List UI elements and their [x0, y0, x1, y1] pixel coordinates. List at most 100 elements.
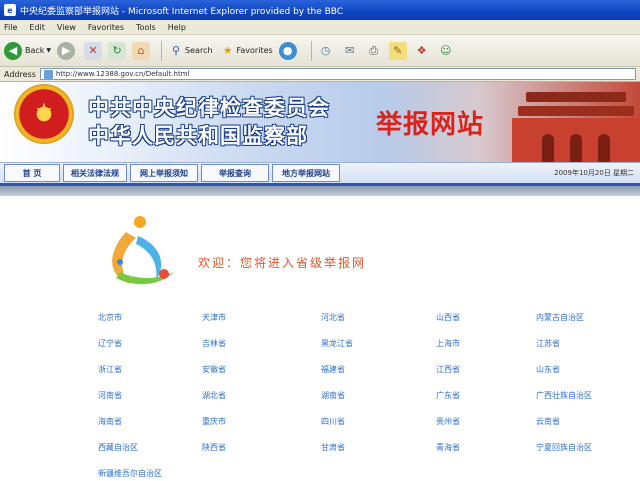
home-icon: ⌂ [132, 41, 151, 60]
region-link-zhejiang[interactable]: 浙江省 [98, 362, 202, 377]
search-button[interactable]: ⚲ Search [167, 39, 213, 63]
gate-door [598, 134, 610, 162]
menu-favorites[interactable]: Favorites [88, 23, 124, 32]
region-link-anhui[interactable]: 安徽省 [202, 362, 321, 377]
stop-button[interactable]: ✕ [84, 39, 103, 63]
edit-icon: ✎ [388, 41, 407, 60]
welcome-prompt: 欢迎：您将进入省级举报网 [198, 256, 367, 270]
nav-tab-home[interactable]: 首 页 [4, 164, 60, 182]
print-icon: ⎙ [369, 43, 379, 57]
current-date: 2009年10月20日 星期二 [554, 169, 634, 177]
forward-button[interactable]: ▶ [57, 39, 78, 63]
mail-icon: ✉ [345, 44, 355, 57]
menu-tools[interactable]: Tools [136, 23, 156, 32]
title-bar: e 中央纪委监察部举报网站 - Microsoft Internet Explo… [0, 0, 640, 20]
page-icon [43, 69, 53, 79]
region-link-henan[interactable]: 河南省 [98, 388, 202, 403]
region-link-guangxi[interactable]: 广西壮族自治区 [536, 388, 636, 403]
site-banner: 中共中央纪律检查委员会 中华人民共和国监察部 举报网站 [0, 82, 640, 162]
nav-shadow-strip [0, 186, 640, 196]
nav-tab-report-notice[interactable]: 网上举报须知 [130, 164, 198, 182]
search-icon: ⚲ [172, 44, 181, 57]
toolbar: ◀ Back ▼ ▶ ✕ ↻ ⌂ ⚲ Search ★ Favorites ● … [0, 35, 640, 67]
messenger-button[interactable]: ☺ [437, 39, 455, 63]
region-link-qinghai[interactable]: 青海省 [436, 440, 536, 455]
forward-arrow-icon: ▶ [57, 41, 76, 60]
region-link-gansu[interactable]: 甘肃省 [321, 440, 436, 455]
region-link-hainan[interactable]: 海南省 [98, 414, 202, 429]
region-link-shaanxi[interactable]: 陕西省 [202, 440, 321, 455]
region-link-inner-mongolia[interactable]: 内蒙古自治区 [536, 310, 636, 325]
menu-view[interactable]: View [57, 23, 76, 32]
menu-bar: File Edit View Favorites Tools Help [0, 20, 640, 35]
site-label: 举报网站 [376, 110, 485, 140]
favorites-button[interactable]: ★ Favorites [219, 39, 273, 63]
toolbar-separator [310, 40, 312, 61]
region-link-shanghai[interactable]: 上海市 [436, 336, 536, 351]
region-link-hunan[interactable]: 湖南省 [321, 388, 436, 403]
address-label: Address [4, 69, 36, 79]
region-link-liaoning[interactable]: 辽宁省 [98, 336, 202, 351]
region-link-guizhou[interactable]: 贵州省 [436, 414, 536, 429]
gate-roof-lower [518, 106, 634, 116]
discuss-button[interactable]: ❖ [413, 39, 431, 63]
region-link-jiangxi[interactable]: 江西省 [436, 362, 536, 377]
menu-file[interactable]: File [4, 23, 17, 32]
region-link-hubei[interactable]: 湖北省 [202, 388, 321, 403]
region-link-jiangsu[interactable]: 江苏省 [536, 336, 636, 351]
window-title: 中央纪委监察部举报网站 - Microsoft Internet Explore… [20, 6, 344, 17]
ie-icon: e [4, 4, 16, 16]
region-link-grid: 北京市 天津市 河北省 山西省 内蒙古自治区 辽宁省 吉林省 黑龙江省 上海市 … [98, 310, 618, 481]
chevron-down-icon: ▼ [46, 47, 52, 54]
address-input[interactable]: http://www.12388.gov.cn/Default.html [39, 68, 636, 80]
banner-title-line1: 中共中央纪律检查委员会 [88, 95, 330, 120]
banner-title-line2: 中华人民共和国监察部 [88, 123, 308, 148]
region-link-fujian[interactable]: 福建省 [321, 362, 436, 377]
region-link-jilin[interactable]: 吉林省 [202, 336, 321, 351]
stop-icon: ✕ [84, 41, 103, 60]
discuss-icon: ❖ [416, 44, 427, 57]
menu-help[interactable]: Help [168, 23, 186, 32]
region-link-ningxia[interactable]: 宁夏回族自治区 [536, 440, 636, 455]
region-link-shandong[interactable]: 山东省 [536, 362, 636, 377]
region-link-heilongjiang[interactable]: 黑龙江省 [321, 336, 436, 351]
gate-door [542, 134, 554, 162]
region-link-xinjiang[interactable]: 新疆维吾尔自治区 [98, 466, 202, 481]
toolbar-separator [161, 40, 163, 61]
edit-button[interactable]: ✎ [388, 39, 407, 63]
tiananmen-gate-image [512, 90, 640, 162]
nav-tab-laws[interactable]: 相关法律法规 [63, 164, 127, 182]
back-arrow-icon: ◀ [4, 41, 22, 60]
messenger-icon: ☺ [439, 44, 452, 57]
region-link-yunnan[interactable]: 云南省 [536, 414, 636, 429]
region-link-beijing[interactable]: 北京市 [98, 310, 202, 325]
region-link-guangdong[interactable]: 广东省 [436, 388, 536, 403]
site-logo-icon [112, 216, 174, 285]
search-label: Search [185, 46, 213, 55]
address-url: http://www.12388.gov.cn/Default.html [55, 70, 190, 78]
nav-tab-report-query[interactable]: 举报查询 [201, 164, 269, 182]
mail-button[interactable]: ✉ [341, 39, 359, 63]
refresh-button[interactable]: ↻ [108, 39, 127, 63]
region-link-chongqing[interactable]: 重庆市 [202, 414, 321, 429]
home-button[interactable]: ⌂ [132, 39, 151, 63]
gate-roof-upper [526, 92, 626, 102]
nav-tab-local-sites[interactable]: 地方举报网站 [272, 164, 340, 182]
media-button[interactable]: ● [278, 39, 300, 63]
region-link-tianjin[interactable]: 天津市 [202, 310, 321, 325]
media-icon: ● [278, 41, 297, 60]
star-icon: ★ [222, 44, 233, 57]
region-link-shanxi[interactable]: 山西省 [436, 310, 536, 325]
back-button[interactable]: ◀ Back ▼ [4, 39, 51, 63]
main-content: 欢迎：您将进入省级举报网 北京市 天津市 河北省 山西省 内蒙古自治区 辽宁省 … [0, 196, 640, 481]
site-nav: 首 页 相关法律法规 网上举报须知 举报查询 地方举报网站 2009年10月20… [0, 162, 640, 186]
region-link-tibet[interactable]: 西藏自治区 [98, 440, 202, 455]
menu-edit[interactable]: Edit [29, 23, 45, 32]
print-button[interactable]: ⎙ [365, 39, 383, 63]
refresh-icon: ↻ [108, 41, 127, 60]
history-icon: ◷ [320, 44, 331, 57]
favorites-label: Favorites [236, 46, 273, 55]
history-button[interactable]: ◷ [317, 39, 335, 63]
region-link-hebei[interactable]: 河北省 [321, 310, 436, 325]
region-link-sichuan[interactable]: 四川省 [321, 414, 436, 429]
